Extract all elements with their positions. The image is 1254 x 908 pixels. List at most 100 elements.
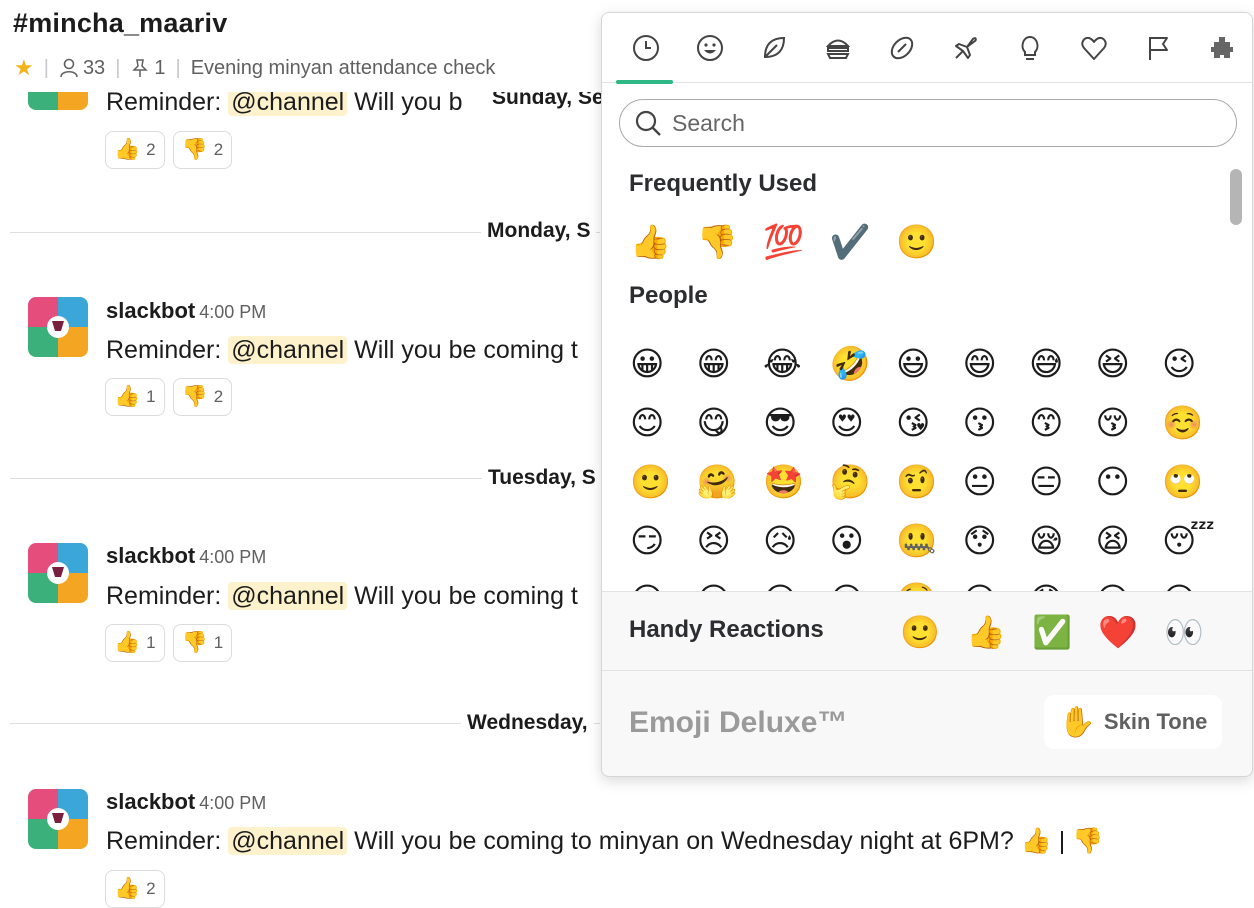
emoji-button[interactable]: 😐 (961, 453, 1028, 509)
avatar[interactable] (28, 543, 88, 603)
search-input[interactable] (672, 109, 1192, 137)
tab-travel[interactable] (936, 13, 996, 83)
sender-name[interactable]: slackbot 4:00 PM (106, 543, 266, 569)
pinned-button[interactable]: 1 (130, 57, 166, 80)
reaction-thumbsup[interactable]: 👍 2 (105, 131, 165, 169)
tab-people[interactable] (680, 13, 740, 83)
emoji-button[interactable]: 😊 (628, 394, 695, 450)
emoji-button[interactable]: 😉 (1160, 335, 1227, 391)
emoji-button[interactable]: 😆 (1094, 335, 1161, 391)
pin-icon (132, 59, 149, 77)
search-icon (635, 110, 661, 136)
reaction-thumbsdown[interactable]: 👎 2 (172, 378, 233, 416)
tab-flags[interactable] (1128, 13, 1188, 83)
emoji-button[interactable]: 😂 (761, 335, 828, 391)
message-prefix: Reminder: (106, 336, 229, 364)
section-people: People (629, 282, 708, 309)
scrollbar[interactable] (1230, 169, 1242, 225)
reaction-thumbsup[interactable]: 👍 2 (105, 870, 165, 908)
message-body: Will you b (347, 88, 463, 116)
emoji-button[interactable]: 🙂 (894, 213, 961, 269)
tab-custom[interactable] (1192, 13, 1252, 83)
emoji-button[interactable]: 🙂 (628, 453, 695, 509)
tab-recent[interactable] (616, 13, 676, 84)
emoji-button[interactable]: 😘 (894, 394, 961, 450)
emoji-button[interactable]: 😴 (1160, 512, 1227, 568)
channel-mention[interactable]: @channel (228, 827, 348, 855)
thumbsup-icon: 👍 (114, 631, 141, 654)
tab-food[interactable] (808, 13, 868, 83)
tab-nature[interactable] (744, 13, 804, 83)
emoji-button[interactable]: 😯 (961, 512, 1028, 568)
sender-name[interactable]: slackbot 4:00 PM (106, 789, 266, 815)
emoji-button[interactable]: 🤔 (828, 453, 895, 509)
avatar[interactable] (28, 789, 88, 849)
channel-title[interactable]: #mincha_maariv (13, 8, 227, 39)
emoji-button[interactable]: 🤨 (894, 453, 961, 509)
reaction-thumbsdown[interactable]: 👎 2 (172, 131, 233, 169)
emoji-button[interactable]: 🤗 (695, 453, 762, 509)
emoji-button[interactable]: ✔️ (828, 213, 895, 269)
emoji-button[interactable]: 😫 (1094, 512, 1161, 568)
emoji-button[interactable]: 🙄 (1160, 453, 1227, 509)
emoji-button[interactable]: 😎 (761, 394, 828, 450)
handy-emoji-button[interactable]: 👍 (964, 610, 1030, 654)
emoji-button[interactable]: ☺️ (1160, 394, 1227, 450)
date-divider-wednesday[interactable]: Wednesday, (461, 711, 594, 735)
emoji-button[interactable]: 👎 (695, 213, 762, 269)
handy-emoji-button[interactable]: 🙂 (898, 610, 964, 654)
emoji-button[interactable]: 🤐 (894, 512, 961, 568)
sender-name[interactable]: slackbot 4:00 PM (106, 298, 266, 324)
channel-mention[interactable]: @channel (228, 582, 348, 610)
emoji-button[interactable]: 😙 (1027, 394, 1094, 450)
frequently-used-row: 👍 👎 💯 ✔️ 🙂 (628, 213, 961, 269)
members-button[interactable]: 33 (59, 57, 105, 80)
reaction-count: 2 (213, 387, 224, 406)
emoji-button[interactable]: 😚 (1094, 394, 1161, 450)
skin-tone-button[interactable]: ✋ Skin Tone (1044, 695, 1222, 749)
channel-mention[interactable]: @channel (228, 336, 348, 364)
channel-mention[interactable]: @channel (228, 88, 348, 116)
tab-objects[interactable] (1000, 13, 1060, 83)
date-divider-monday[interactable]: Monday, S (481, 219, 597, 243)
emoji-button[interactable]: 😥 (761, 512, 828, 568)
message-time[interactable]: 4:00 PM (199, 793, 266, 813)
tab-activity[interactable] (872, 13, 932, 83)
thumbsup-icon: 👍 (114, 138, 141, 161)
emoji-button[interactable]: 😄 (961, 335, 1028, 391)
emoji-button[interactable]: 🤣 (828, 335, 895, 391)
emoji-button[interactable]: 😮 (828, 512, 895, 568)
emoji-button[interactable]: 💯 (761, 213, 828, 269)
emoji-button[interactable]: 🤩 (761, 453, 828, 509)
message-text: Reminder: @channel Will you b (106, 88, 463, 117)
message-time[interactable]: 4:00 PM (199, 302, 266, 322)
emoji-button[interactable]: 😪 (1027, 512, 1094, 568)
reaction-thumbsup[interactable]: 👍 1 (105, 378, 165, 416)
emoji-button[interactable]: 😣 (695, 512, 762, 568)
emoji-button[interactable]: 😁 (695, 335, 762, 391)
emoji-button[interactable]: 😋 (695, 394, 762, 450)
airplane-icon (955, 36, 977, 59)
handy-emoji-button[interactable]: ✅ (1030, 610, 1096, 654)
tab-symbols[interactable] (1064, 13, 1124, 83)
emoji-button[interactable]: 😀 (628, 335, 695, 391)
channel-topic[interactable]: Evening minyan attendance check (191, 57, 541, 80)
handy-emoji-button[interactable]: ❤️ (1096, 610, 1162, 654)
emoji-button[interactable]: 😗 (961, 394, 1028, 450)
handy-emoji-button[interactable]: 👀 (1162, 610, 1228, 654)
emoji-search[interactable] (619, 99, 1237, 147)
emoji-button[interactable]: 😍 (828, 394, 895, 450)
emoji-button[interactable]: 😃 (894, 335, 961, 391)
emoji-button[interactable]: 😶 (1094, 453, 1161, 509)
message-time[interactable]: 4:00 PM (199, 547, 266, 567)
emoji-button[interactable]: 😏 (628, 512, 695, 568)
star-icon[interactable]: ★ (14, 55, 34, 81)
emoji-button[interactable]: 😅 (1027, 335, 1094, 391)
reaction-thumbsdown[interactable]: 👎 1 (172, 624, 233, 662)
emoji-button[interactable]: 😑 (1027, 453, 1094, 509)
emoji-button[interactable]: 👍 (628, 213, 695, 269)
reaction-thumbsup[interactable]: 👍 1 (105, 624, 165, 662)
thumbsdown-icon: 👎 (181, 631, 208, 654)
avatar[interactable] (28, 297, 88, 357)
date-divider-tuesday[interactable]: Tuesday, S (482, 466, 602, 490)
